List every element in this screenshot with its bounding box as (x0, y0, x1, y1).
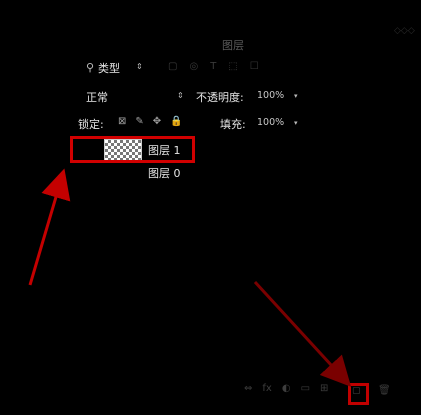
annotation-arrow-to-layer (28, 168, 71, 286)
annotation-arrow-to-new-layer (253, 280, 352, 387)
annotation-arrows (28, 168, 352, 387)
